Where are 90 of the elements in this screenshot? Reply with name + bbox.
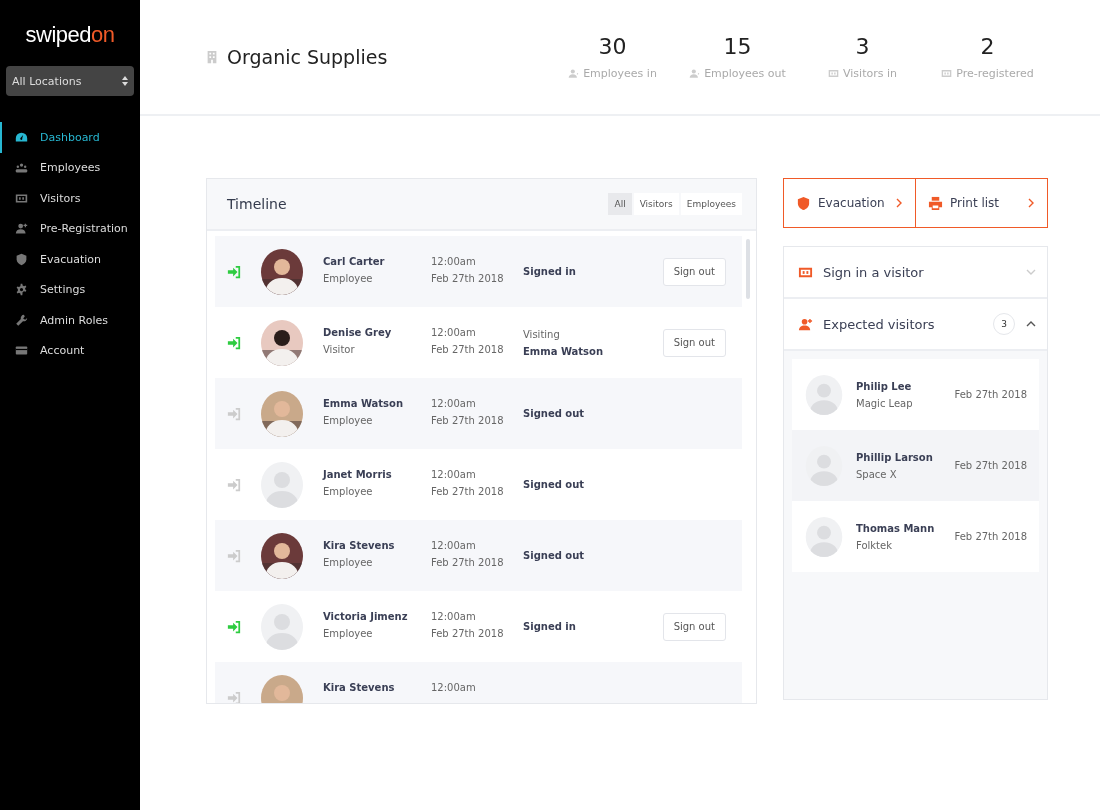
printer-icon: [928, 195, 943, 211]
sign-status: Signed out: [523, 479, 586, 490]
person-role: Employee: [323, 272, 374, 284]
panel-header[interactable]: Sign in a visitor: [784, 247, 1047, 299]
sign-time: 12:00am: [431, 468, 477, 480]
sign-date: Feb 27th 2018: [431, 627, 505, 639]
filter-tab[interactable]: Visitors: [633, 193, 679, 215]
nav-item[interactable]: Pre-Registration: [0, 213, 140, 244]
shield-icon: [15, 252, 28, 266]
sign-time: 12:00am: [431, 255, 477, 267]
card-title: Timeline: [227, 196, 287, 212]
nav-item[interactable]: Evacuation: [0, 244, 140, 275]
user-icon: [689, 68, 701, 79]
nav-item[interactable]: Account: [0, 335, 140, 366]
sign-time: 12:00am: [431, 539, 477, 551]
action-button[interactable]: Evacuation: [783, 178, 916, 228]
person-name: Emma Watson: [323, 397, 405, 409]
sign-time: 12:00am: [431, 397, 477, 409]
sign-status: Emma Watson: [523, 345, 605, 357]
person-name: Janet Morris: [323, 468, 393, 480]
visitor-name: Thomas Mann: [856, 522, 936, 534]
person-role: Visitor: [323, 343, 356, 355]
sign-date: Feb 27th 2018: [431, 272, 505, 284]
sign-status: Signed in: [523, 266, 577, 277]
wrench-icon: [15, 313, 28, 327]
stat-label: Pre-registered: [956, 67, 1034, 80]
person-name: Victoria Jimenz: [323, 610, 409, 622]
filter-tab[interactable]: Employees: [680, 193, 742, 215]
nav-item[interactable]: Settings: [0, 274, 140, 305]
logo: swipedon: [25, 22, 115, 48]
sign-time: 12:00am: [431, 326, 477, 338]
sign-status: Signed in: [523, 621, 577, 632]
stat-label: Visitors in: [843, 67, 897, 80]
shield-icon: [796, 195, 811, 211]
nav-item[interactable]: Dashboard: [0, 122, 140, 153]
wallet-icon: [15, 344, 28, 358]
person-name: Kira Stevens: [323, 681, 396, 693]
id-card-icon: [941, 68, 953, 79]
sign-date: Feb 27th 2018: [431, 485, 505, 497]
stat-value: 2: [980, 34, 995, 59]
filter-tab[interactable]: All: [608, 193, 632, 215]
people-icon: [15, 161, 28, 175]
gauge-icon: [15, 130, 28, 144]
sign-time: 12:00am: [431, 681, 477, 693]
person-role: Employee: [323, 414, 374, 426]
visitor-company: Magic Leap: [856, 397, 914, 409]
visitor-name: Philip Lee: [856, 380, 913, 392]
action-button[interactable]: Print list: [916, 178, 1048, 228]
person-role: Employee: [323, 556, 374, 568]
sort-icon: [122, 76, 128, 86]
scrollbar[interactable]: [746, 239, 750, 299]
panel-header[interactable]: Expected visitors 3: [784, 299, 1047, 351]
visitor-company: Space X: [856, 468, 898, 480]
stat-value: 15: [723, 34, 752, 59]
nav-item[interactable]: Admin Roles: [0, 305, 140, 336]
nav-item[interactable]: Employees: [0, 152, 140, 183]
id-card-icon: [15, 191, 28, 205]
person-name: Carl Carter: [323, 255, 386, 267]
user-add-icon: [15, 222, 28, 236]
nav-item[interactable]: Visitors: [0, 183, 140, 214]
sign-date: Feb 27th 2018: [431, 343, 505, 355]
stat-label: Employees in: [583, 67, 657, 80]
user-add-icon: [798, 316, 813, 332]
stat-label: Employees out: [704, 67, 786, 80]
stat-value: 3: [855, 34, 870, 59]
visitor-company: Folktek: [856, 539, 893, 551]
visitor-name: Phillip Larson: [856, 451, 934, 463]
stat-value: 30: [598, 34, 627, 59]
visit-date: Feb 27th 2018: [954, 460, 1027, 471]
sign-out-button[interactable]: Sign out: [662, 612, 726, 641]
sign-date: Feb 27th 2018: [431, 556, 505, 568]
person-name: Denise Grey: [323, 326, 393, 338]
sign-out-button[interactable]: Sign out: [662, 257, 726, 286]
person-role: Employee: [323, 627, 374, 639]
building-icon: [205, 50, 219, 64]
status-note: Visiting: [523, 328, 561, 340]
sign-time: 12:00am: [431, 610, 477, 622]
sign-status: Signed out: [523, 408, 586, 419]
person-role: Employee: [323, 485, 374, 497]
visit-date: Feb 27th 2018: [954, 531, 1027, 542]
user-icon: [568, 68, 580, 79]
sign-out-button[interactable]: Sign out: [662, 328, 726, 357]
gear-icon: [15, 283, 28, 297]
sign-date: Feb 27th 2018: [431, 414, 505, 426]
company-title: Organic Supplies: [227, 46, 389, 68]
location-select[interactable]: All Locations: [6, 66, 134, 96]
person-name: Kira Stevens: [323, 539, 396, 551]
id-card-icon: [828, 68, 839, 79]
sign-status: Signed out: [523, 550, 586, 561]
visit-date: Feb 27th 2018: [954, 389, 1027, 400]
